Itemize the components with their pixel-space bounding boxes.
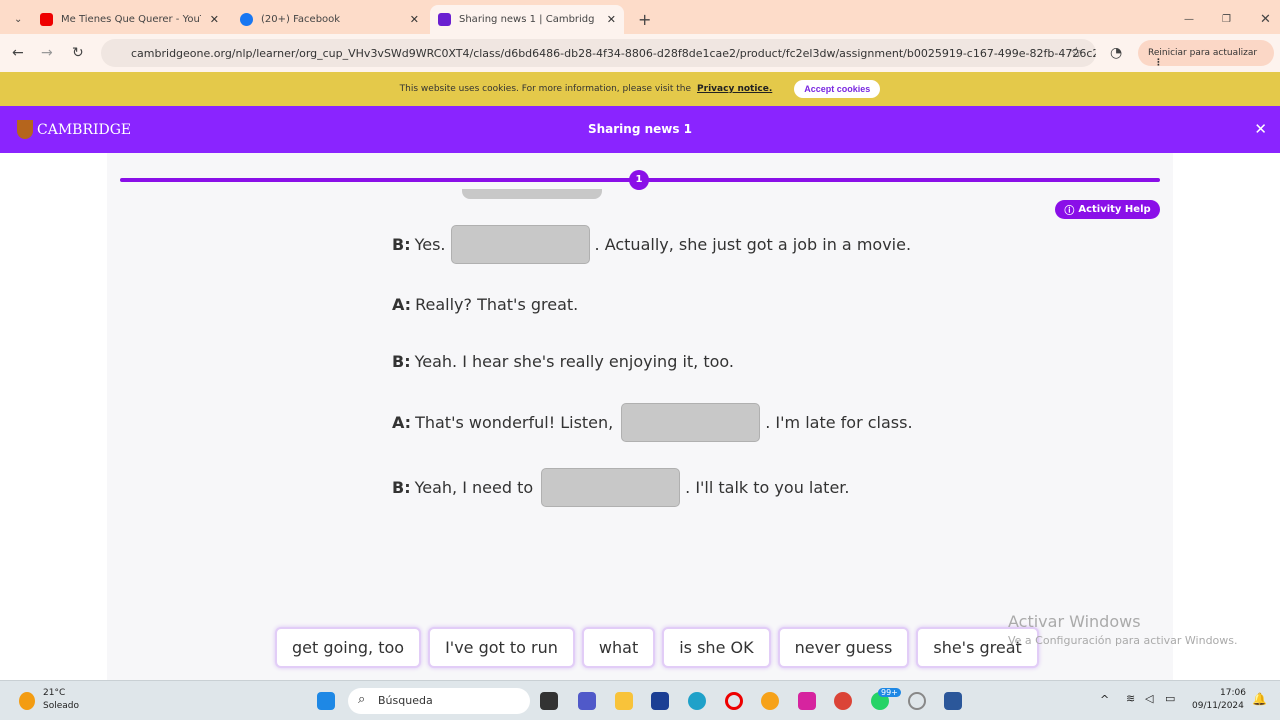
activity-help-button[interactable]: ⓘ Activity Help (1055, 200, 1160, 219)
line-text: Really? That's great. (415, 295, 579, 314)
taskbar-search[interactable]: ⌕ Búsqueda (348, 688, 530, 714)
answer-gap[interactable] (541, 468, 681, 507)
close-tab-icon[interactable]: ✕ (607, 13, 616, 26)
wifi-icon[interactable]: ≋ (1126, 692, 1135, 705)
minimize-button[interactable]: — (1176, 5, 1202, 34)
activity-panel: 1 ⓘ Activity Help B: Yes.. Actually, she j… (107, 153, 1173, 680)
show-hidden-icons[interactable]: ^ (1100, 693, 1109, 706)
chrome-icon[interactable] (834, 692, 852, 710)
weather-desc[interactable]: Soleado (43, 701, 79, 711)
task-view-icon[interactable] (540, 692, 558, 710)
search-icon: ⌕ (358, 692, 366, 707)
line-text: Yes. (414, 235, 446, 254)
line-text: Yeah, I need to (414, 478, 534, 497)
speaker: B: (392, 352, 411, 371)
privacy-notice-link[interactable]: Privacy notice. (697, 84, 772, 94)
youtube-icon (40, 13, 53, 26)
activation-watermark-title: Activar Windows (1008, 612, 1141, 631)
answer-gap[interactable] (621, 403, 761, 442)
teams-icon[interactable] (578, 692, 596, 710)
activation-watermark-subtitle: Ve a Configuración para activar Windows. (1008, 634, 1238, 647)
close-activity-icon[interactable]: ✕ (1254, 120, 1267, 138)
new-tab-button[interactable]: + (630, 5, 659, 34)
store-icon[interactable] (651, 692, 669, 710)
update-button[interactable]: Reiniciar para actualizar ⋮ (1138, 40, 1274, 68)
tab-cambridge[interactable]: Sharing news 1 | Cambridge On ✕ (430, 5, 624, 34)
profile-avatar[interactable]: ◔ (1110, 45, 1122, 61)
step-indicator[interactable]: 1 (629, 170, 649, 190)
volume-icon[interactable]: ◁ (1145, 692, 1153, 705)
taskbar: 21°C Soleado ⌕ Búsqueda 99+ ^ ≋ ◁ ▭ 17:06… (0, 680, 1280, 720)
answer-gap[interactable] (462, 189, 602, 199)
opera-icon[interactable] (725, 692, 743, 710)
edge-icon[interactable] (688, 692, 706, 710)
close-window-button[interactable]: ✕ (1252, 5, 1279, 34)
line-text: That's wonderful! Listen, (415, 413, 614, 432)
address-bar-row: ← → ↻ cambridgeone.org/nlp/learner/org_c… (0, 34, 1280, 72)
cookie-banner: This website uses cookies. For more info… (0, 72, 1280, 106)
option-chip[interactable]: what (581, 627, 656, 668)
url-input[interactable]: cambridgeone.org/nlp/learner/org_cup_VHv… (101, 39, 1096, 67)
cookie-text: This website uses cookies. For more info… (399, 84, 692, 94)
line-text: . Actually, she just got a job in a movi… (594, 235, 912, 254)
app-header: CAMBRIDGE Sharing news 1 ✕ (0, 106, 1280, 153)
answer-gap[interactable] (450, 225, 590, 264)
option-chip[interactable]: get going, too (275, 627, 422, 668)
speaker: A: (392, 295, 412, 314)
tab-youtube[interactable]: Me Tienes Que Querer - YouTube ✕ (32, 5, 227, 34)
line-text: . I'm late for class. (765, 413, 913, 432)
tab-title: (20+) Facebook (261, 14, 341, 25)
close-tab-icon[interactable]: ✕ (410, 13, 419, 26)
line-text: . I'll talk to you later. (685, 478, 850, 497)
close-tab-icon[interactable]: ✕ (210, 13, 219, 26)
vpn-icon[interactable] (761, 692, 779, 710)
dialogue-line: B: Yeah, I need to . I'll talk to you late… (392, 468, 849, 507)
restore-button[interactable]: ❐ (1214, 5, 1239, 34)
option-chip[interactable]: is she OK (662, 627, 771, 668)
activity-title: Sharing news 1 (587, 122, 693, 136)
line-text: Yeah. I hear she's really enjoying it, t… (414, 352, 734, 371)
dialogue-line: A: Really? That's great. (392, 295, 578, 314)
menu-icon[interactable]: ⋮ (1154, 58, 1163, 68)
word-icon[interactable] (944, 692, 962, 710)
option-chip[interactable]: I've got to run (428, 627, 575, 668)
tab-facebook[interactable]: (20+) Facebook ✕ (232, 5, 427, 34)
speaker: A: (392, 413, 412, 432)
forward-icon[interactable]: → (41, 45, 53, 61)
option-chip[interactable]: never guess (777, 627, 910, 668)
windows-start-icon[interactable] (317, 692, 335, 710)
weather-temp[interactable]: 21°C (43, 688, 65, 698)
speaker: B: (392, 235, 411, 254)
clock-time[interactable]: 17:06 (1220, 688, 1246, 698)
answer-options: get going, too I've got to run what is s… (275, 627, 1039, 668)
notification-badge: 99+ (878, 688, 901, 697)
cambridge-icon (438, 13, 451, 26)
reload-icon[interactable]: ↻ (72, 45, 84, 61)
dialogue-line: A: That's wonderful! Listen, . I'm late fo… (392, 403, 913, 442)
notification-bell-icon[interactable]: 🔔 (1252, 692, 1267, 706)
speaker: B: (392, 478, 411, 497)
accept-cookies-button[interactable]: Accept cookies (794, 80, 881, 98)
app-icon[interactable] (908, 692, 926, 710)
facebook-icon (240, 13, 253, 26)
tab-bar: ⌄ Me Tienes Que Querer - YouTube ✕ (20+) … (0, 0, 1280, 34)
dialogue-line: B: Yeah. I hear she's really enjoying it,… (392, 352, 734, 371)
clock-date[interactable]: 09/11/2024 (1192, 701, 1244, 711)
sun-icon (19, 692, 35, 710)
tab-title: Me Tienes Que Querer - YouTube (61, 14, 201, 25)
url-text: cambridgeone.org/nlp/learner/org_cup_VHv… (131, 47, 1096, 60)
tab-title: Sharing news 1 | Cambridge On (459, 14, 594, 25)
bookmark-star-icon[interactable]: ☆ (1070, 45, 1083, 61)
search-placeholder: Búsqueda (378, 694, 433, 707)
help-label: Activity Help (1078, 204, 1151, 215)
update-label: Reiniciar para actualizar (1148, 48, 1258, 58)
file-explorer-icon[interactable] (615, 692, 633, 710)
tab-list-button[interactable]: ⌄ (6, 5, 28, 34)
battery-icon[interactable]: ▭ (1165, 692, 1175, 705)
instagram-icon[interactable] (798, 692, 816, 710)
dialogue-line: B: Yes. . Actually, she just got a job in … (392, 225, 911, 264)
back-icon[interactable]: ← (12, 45, 24, 61)
help-icon: ⓘ (1064, 206, 1075, 217)
